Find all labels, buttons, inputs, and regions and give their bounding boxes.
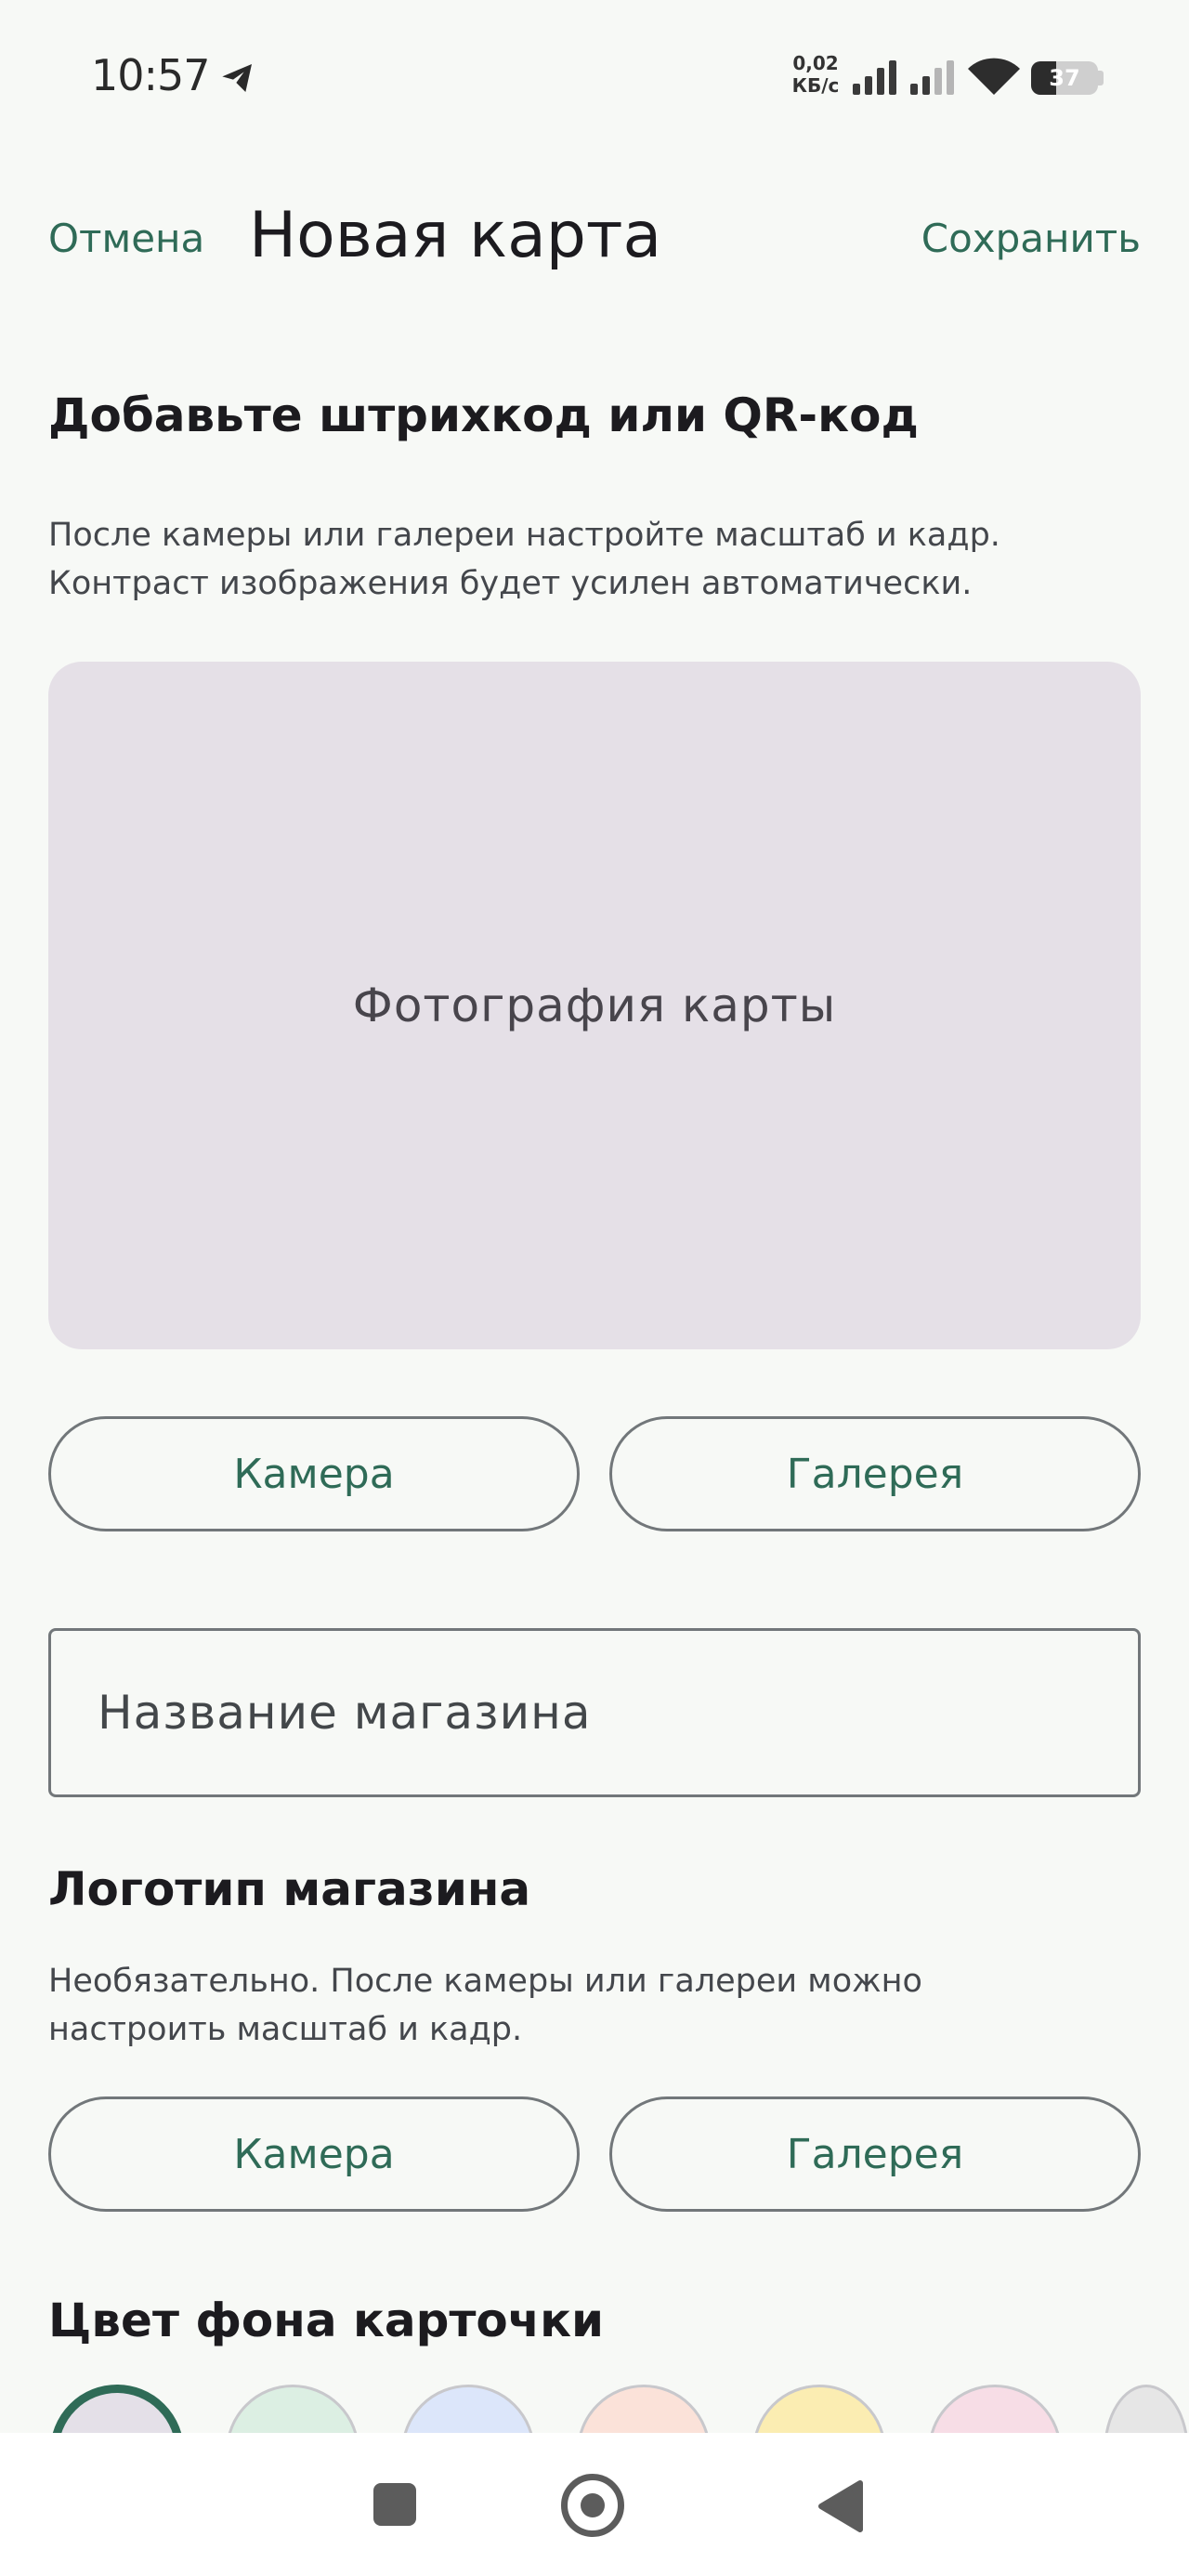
page-title: Новая карта [249, 199, 662, 272]
status-time: 10:57 [91, 50, 211, 100]
color-section-title: Цвет фона карточки [48, 2293, 605, 2347]
card-photo-placeholder: Фотография карты [352, 979, 837, 1032]
telegram-icon [222, 64, 252, 92]
wifi-icon [968, 58, 1020, 95]
logo-helper-text: Необязательно. После камеры или галереи … [48, 1963, 922, 2048]
battery-tip [1098, 71, 1104, 85]
logo-camera-button[interactable]: Камера [48, 2096, 580, 2212]
logo-section-title: Логотип магазина [48, 1862, 531, 1916]
signal-strength-icon [853, 60, 896, 95]
cancel-button[interactable]: Отмена [48, 216, 204, 261]
save-button[interactable]: Сохранить [921, 216, 1141, 261]
barcode-section-title: Добавьте штрихкод или QR-код [48, 388, 919, 442]
battery-indicator: 37 [1031, 61, 1098, 95]
square-icon[interactable] [373, 2483, 416, 2526]
circle-icon[interactable] [561, 2474, 624, 2537]
logo-gallery-button[interactable]: Галерея [609, 2096, 1141, 2212]
store-name-input[interactable]: Название магазина [48, 1628, 1141, 1797]
barcode-camera-button[interactable]: Камера [48, 1416, 580, 1531]
signal-strength-secondary-icon [910, 60, 954, 95]
network-speed: 0,02 КБ/с [791, 52, 840, 97]
triangle-back-icon[interactable] [816, 2479, 866, 2533]
barcode-helper-text: После камеры или галереи настройте масшт… [48, 517, 1000, 602]
barcode-gallery-button[interactable]: Галерея [609, 1416, 1141, 1531]
